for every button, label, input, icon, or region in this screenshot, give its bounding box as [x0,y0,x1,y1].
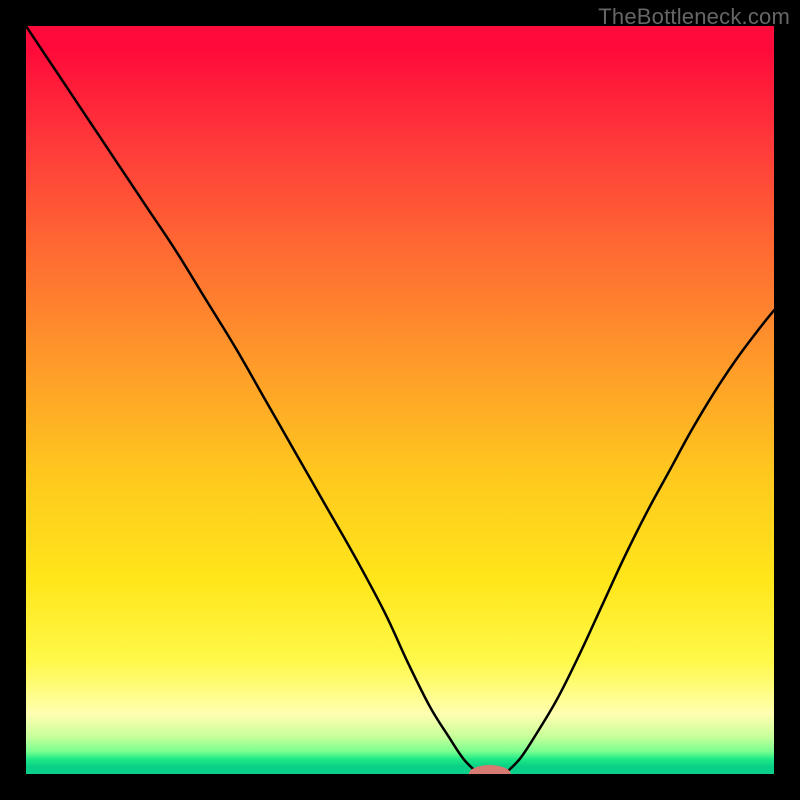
curve-left [26,26,479,774]
watermark-text: TheBottleneck.com [598,4,790,30]
curve-right [505,310,774,774]
chart-overlay [26,26,774,774]
minimum-marker [469,765,511,774]
chart-frame: TheBottleneck.com [0,0,800,800]
plot-area [26,26,774,774]
